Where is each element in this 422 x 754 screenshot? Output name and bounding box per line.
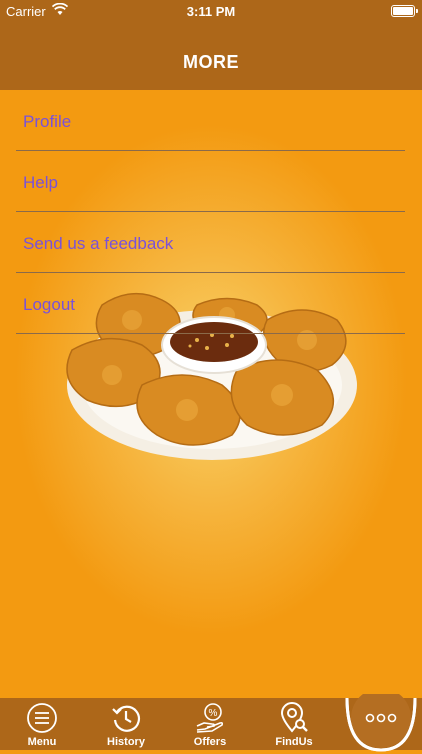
svg-text:%: % bbox=[209, 708, 218, 719]
menu-icon bbox=[27, 703, 57, 733]
more-menu-list: Profile Help Send us a feedback Logout bbox=[0, 90, 422, 334]
more-dots-icon[interactable] bbox=[343, 694, 419, 754]
history-icon bbox=[112, 705, 141, 732]
offers-icon: % bbox=[196, 703, 224, 733]
tab-label: History bbox=[107, 736, 145, 748]
tab-findus[interactable]: FindUs bbox=[252, 698, 336, 750]
menu-item-label: Profile bbox=[23, 112, 72, 131]
battery-icon bbox=[391, 5, 418, 17]
more-content: Profile Help Send us a feedback Logout bbox=[0, 90, 422, 698]
tab-offers[interactable]: % Offers bbox=[168, 698, 252, 750]
nav-bar: MORE bbox=[0, 22, 422, 90]
tab-label: FindUs bbox=[275, 736, 313, 748]
menu-item-logout[interactable]: Logout bbox=[16, 273, 405, 334]
location-search-icon bbox=[280, 702, 308, 733]
tab-menu[interactable]: Menu bbox=[0, 698, 84, 750]
tab-history[interactable]: History bbox=[84, 698, 168, 750]
menu-item-label: Help bbox=[23, 173, 58, 192]
menu-item-help[interactable]: Help bbox=[16, 151, 405, 212]
menu-item-label: Send us a feedback bbox=[23, 234, 174, 253]
menu-item-profile[interactable]: Profile bbox=[16, 90, 405, 151]
tab-bar: Menu History % Offers FindUs bbox=[0, 694, 422, 752]
status-bar: Carrier 3:11 PM bbox=[0, 0, 422, 22]
status-time: 3:11 PM bbox=[186, 4, 236, 19]
menu-item-feedback[interactable]: Send us a feedback bbox=[16, 212, 405, 273]
page-title: MORE bbox=[183, 52, 239, 72]
tab-label: Offers bbox=[193, 736, 227, 748]
tab-label: Menu bbox=[27, 736, 57, 748]
menu-item-label: Logout bbox=[23, 295, 75, 314]
